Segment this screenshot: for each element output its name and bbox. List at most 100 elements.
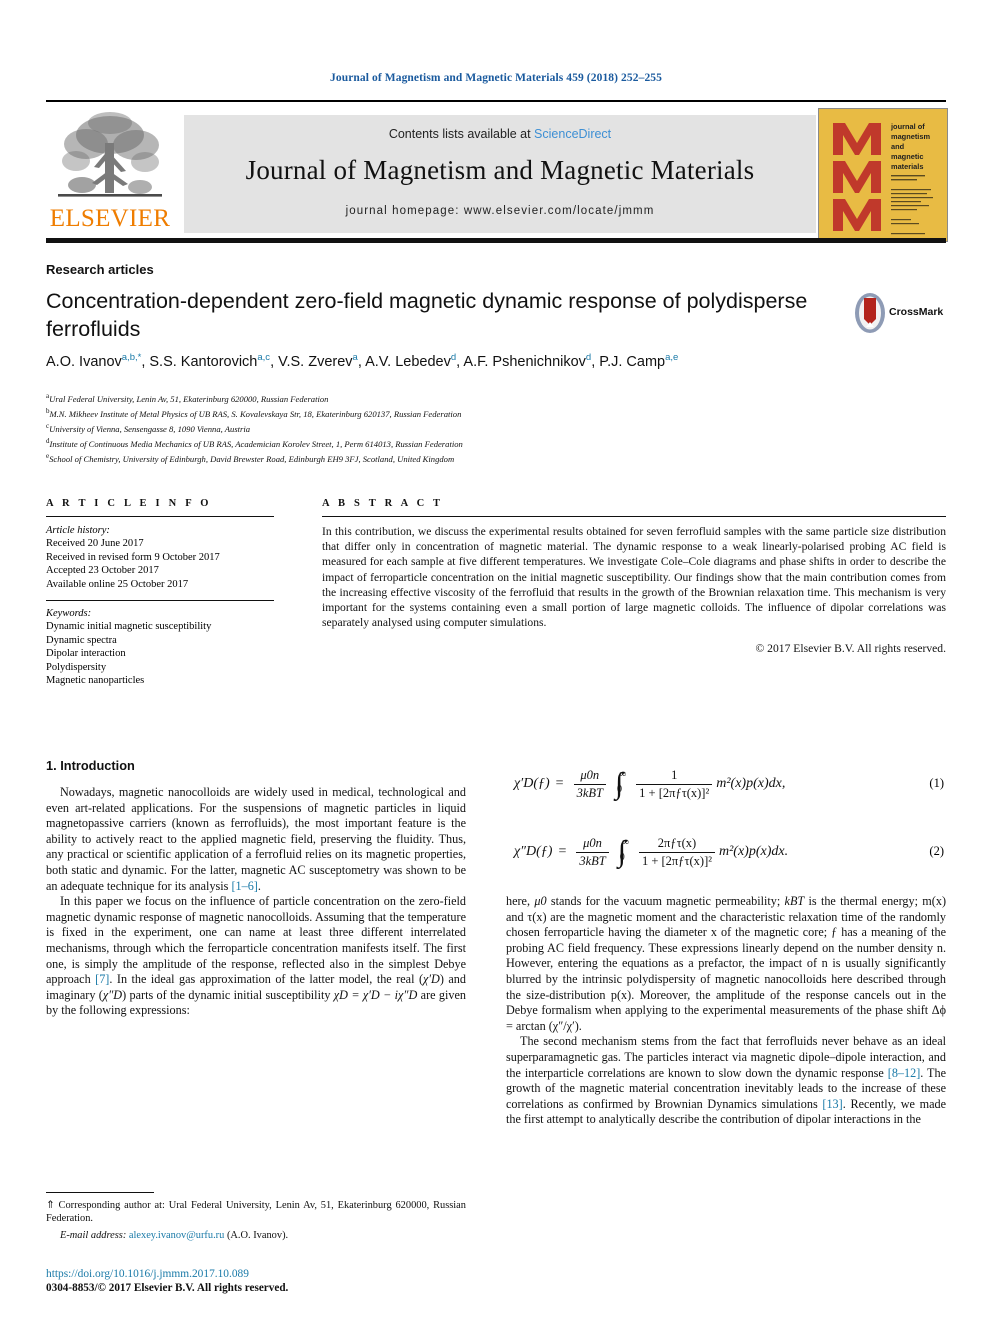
doi-block: https://doi.org/10.1016/j.jmmm.2017.10.0… (46, 1267, 466, 1295)
author-affiliation-mark: a,b,* (121, 352, 142, 363)
journal-title: Journal of Magnetism and Magnetic Materi… (245, 155, 755, 185)
contents-prefix: Contents lists available at (388, 127, 535, 141)
author-affiliation-mark: a (352, 352, 358, 363)
equation-2-fraction: 2πƒτ(x) 1 + [2πƒτ(x)]² (638, 836, 715, 869)
page-title: Concentration-dependent zero-field magne… (46, 289, 808, 341)
author-name: A.V. Lebedev (365, 353, 451, 370)
keywords-rule (46, 600, 274, 602)
equation-2-number: (2) (929, 844, 944, 858)
author-list: A.O. Ivanova,b,*, S.S. Kantorovicha,c, V… (46, 352, 679, 370)
math-symbol: χ′D (423, 972, 440, 987)
affiliation-item: bM.N. Mikheev Institute of Metal Physics… (46, 407, 462, 419)
sciencedirect-link[interactable]: ScienceDirect (534, 127, 611, 141)
article-history-item: Received 20 June 2017 (46, 538, 144, 550)
crossmark-label: CrossMark (889, 306, 944, 318)
equation-1-fraction: 1 1 + [2πƒτ(x)]² (636, 768, 713, 801)
crossmark-icon (855, 293, 885, 333)
right-paragraph-1: here, μ0 stands for the vacuum magnetic … (506, 894, 947, 1033)
equation-2-tail: m²(x)p(x)dx. (719, 844, 789, 859)
article-history-label: Article history: (46, 525, 110, 536)
abstract-heading: A B S T R A C T (322, 498, 444, 509)
equation-1-prefactor: μ0n 3kBT (573, 768, 606, 801)
math-symbol: kBT (784, 894, 805, 908)
corresponding-author-note: ⇑ Corresponding author at: Ural Federal … (46, 1200, 466, 1225)
article-history-items: Received 20 June 2017 Received in revised… (46, 537, 274, 591)
elsevier-wordmark: ELSEVIER (49, 205, 171, 232)
email-note: E-mail address: alexey.ivanov@urfu.ru (A… (46, 1229, 466, 1242)
equation-2-lhs: χ″D(ƒ) (514, 844, 553, 859)
keyword-item: Polydispersity (46, 661, 107, 673)
article-history-item: Available online 25 October 2017 (46, 578, 189, 590)
contents-band: Contents lists available at ScienceDirec… (184, 115, 816, 233)
svg-text:journal of: journal of (890, 122, 925, 131)
running-head: Journal of Magnetism and Magnetic Materi… (330, 72, 662, 84)
author-affiliation-mark: a,c (257, 352, 271, 363)
article-info-rule (46, 516, 274, 517)
keyword-item: Dynamic spectra (46, 634, 117, 646)
right-paragraph-2: The second mechanism stems from the fact… (506, 1034, 946, 1127)
abstract-copyright: © 2017 Elsevier B.V. All rights reserved… (755, 642, 946, 656)
affiliation-item: eSchool of Chemistry, University of Edin… (46, 452, 455, 465)
intro-paragraph-2: In this paper we focus on the influence … (46, 894, 466, 1018)
author-name: P.J. Camp (599, 353, 666, 370)
equation-2-prefactor: μ0n 3kBT (576, 836, 609, 869)
doi-link[interactable]: https://doi.org/10.1016/j.jmmm.2017.10.0… (46, 1267, 466, 1281)
affiliation-item: aUral Federal University, Lenin Av, 51, … (46, 392, 329, 404)
citation-link[interactable]: [7] (95, 972, 109, 986)
citation-link[interactable]: [1–6] (231, 879, 257, 893)
elsevier-tree-icon (58, 112, 162, 197)
equation-1: χ′D(ƒ) = μ0n 3kBT ∫ ∞ 0 1 1 + [2πƒτ(x)]² m… (514, 767, 944, 801)
keywords-label: Keywords: (46, 608, 92, 620)
equation-1-lhs: χ′D(ƒ) (514, 776, 550, 791)
email-owner: (A.O. Ivanov). (226, 1229, 289, 1241)
section-heading-introduction: 1. Introduction (46, 758, 135, 773)
citation-link[interactable]: [13] (822, 1097, 842, 1111)
author-affiliation-mark: a,e (665, 352, 679, 363)
author-name: S.S. Kantorovich (149, 353, 258, 370)
journal-cover-art: journal of magnetism and magnetic materi… (819, 109, 947, 241)
equation-2-integral: ∫ ∞ 0 (617, 835, 629, 868)
journal-cover-thumbnail: journal of magnetism and magnetic materi… (818, 108, 948, 242)
article-history-item: Accepted 23 October 2017 (46, 565, 159, 577)
math-symbol: μ0 (534, 894, 547, 908)
crossmark-badge[interactable]: CrossMark (853, 292, 948, 338)
svg-text:materials: materials (891, 162, 923, 171)
citation-link[interactable]: [8–12] (888, 1066, 921, 1080)
svg-text:magnetism: magnetism (891, 132, 930, 141)
equation-1-integral: ∫ ∞ 0 (614, 767, 627, 800)
math-symbol: χ″D (102, 987, 123, 1002)
intro-paragraph-1: Nowadays, magnetic nanocolloids are wide… (46, 785, 466, 893)
masthead-bottom-rule (46, 238, 946, 243)
svg-text:and: and (891, 142, 905, 151)
keyword-item: Dipolar interaction (46, 648, 126, 660)
keyword-item: Magnetic nanoparticles (46, 675, 145, 687)
author-name: A.O. Ivanov (46, 353, 122, 370)
svg-text:magnetic: magnetic (891, 152, 923, 161)
email-link[interactable]: alexey.ivanov@urfu.ru (129, 1230, 224, 1241)
affiliation-item: dInstitute of Continuous Media Mechanics… (46, 437, 463, 450)
keyword-items: Dynamic initial magnetic susceptibility D… (46, 620, 274, 687)
article-info-heading: A R T I C L E I N F O (46, 498, 212, 509)
journal-homepage-link[interactable]: journal homepage: www.elsevier.com/locat… (184, 205, 816, 217)
footnote-block: ⇑ Corresponding author at: Ural Federal … (46, 1192, 466, 1242)
author-name: A.F. Pshenichnikov (463, 353, 586, 370)
affiliation-list: aUral Federal University, Lenin Av, 51, … (46, 390, 946, 465)
article-first-page: Journal of Magnetism and Magnetic Materi… (0, 0, 992, 1323)
article-info-column: A R T I C L E I N F O Article history: R… (46, 498, 274, 687)
abstract-column: A B S T R A C T In this contribution, we… (322, 498, 946, 655)
math-symbol: χD = χ′D − iχ″D (333, 987, 418, 1002)
author-affiliation-mark: d (585, 352, 592, 363)
abstract-text: In this contribution, we discuss the exp… (322, 525, 946, 630)
affiliation-item: cUniversity of Vienna, Sensengasse 8, 10… (46, 422, 251, 434)
author-affiliation-mark: d (450, 352, 457, 363)
body-column-left: 1. Introduction Nowadays, magnetic nanoc… (46, 758, 466, 1019)
journal-masthead: ELSEVIER Contents lists available at Sci… (46, 100, 948, 242)
author-name: V.S. Zverev (278, 353, 353, 370)
article-type-kicker: Research articles (46, 262, 154, 277)
body-column-right: χ′D(ƒ) = μ0n 3kBT ∫ ∞ 0 1 1 + [2πƒτ(x)]² m… (506, 758, 946, 1128)
footnote-rule (46, 1192, 154, 1193)
contents-lists-line: Contents lists available at ScienceDirec… (184, 127, 816, 141)
article-history-item: Received in revised form 9 October 2017 (46, 551, 220, 563)
equation-1-tail: m²(x)p(x)dx, (716, 776, 786, 791)
issn-copyright: 0304-8853/© 2017 Elsevier B.V. All right… (46, 1282, 289, 1294)
